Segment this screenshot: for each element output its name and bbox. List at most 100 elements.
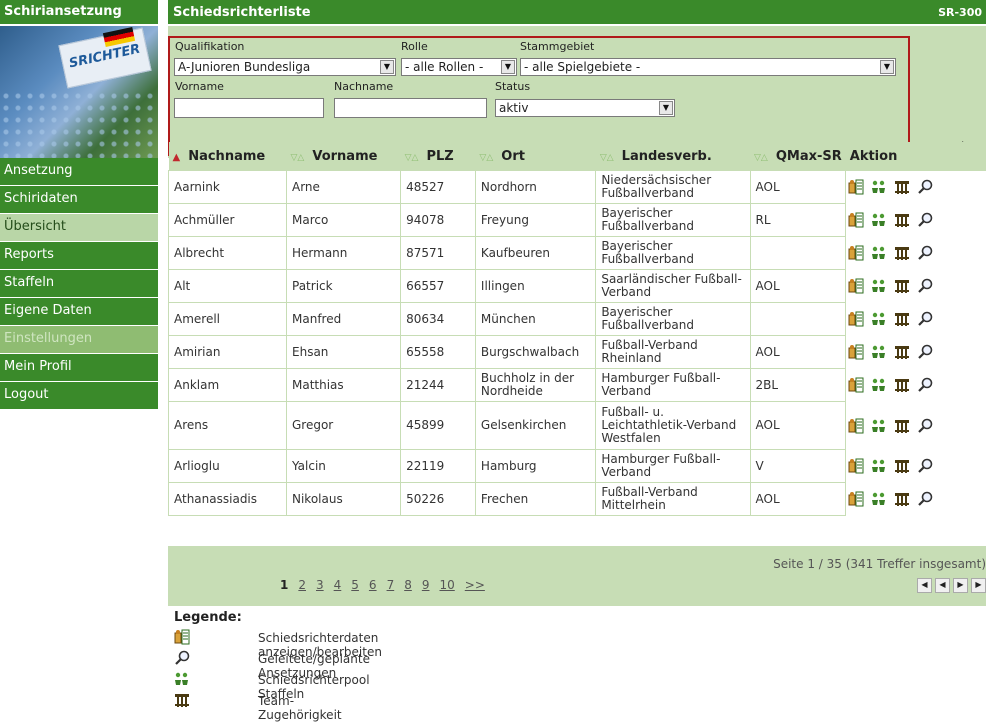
next-pages-link[interactable]: >> — [465, 578, 485, 592]
magnifier-icon[interactable] — [917, 278, 933, 294]
sort-toggle-icon[interactable]: ▽△ — [405, 153, 419, 163]
team-icon[interactable] — [894, 377, 910, 393]
referee-data-icon[interactable] — [848, 377, 864, 393]
magnifier-icon[interactable] — [917, 491, 933, 507]
sidebar-item-einstellungen[interactable]: Einstellungen — [0, 326, 158, 354]
qualifikation-select[interactable]: A-Junioren Bundesliga ▼ — [174, 58, 396, 76]
page-link-10[interactable]: 10 — [439, 578, 454, 592]
sort-toggle-icon[interactable]: ▽△ — [479, 153, 493, 163]
team-icon[interactable] — [894, 278, 910, 294]
page-link-9[interactable]: 9 — [422, 578, 430, 592]
nachname-input[interactable] — [334, 98, 487, 118]
column-header-plz[interactable]: ▽△ PLZ — [400, 142, 476, 171]
page-link-4[interactable]: 4 — [334, 578, 342, 592]
column-label: Vorname — [312, 148, 378, 164]
column-header-ort[interactable]: ▽△ Ort — [475, 142, 596, 171]
pool-icon[interactable] — [871, 278, 887, 294]
page-link-3[interactable]: 3 — [316, 578, 324, 592]
sidebar-item-schiridaten[interactable]: Schiridaten — [0, 186, 158, 214]
sidebar-item-staffeln[interactable]: Staffeln — [0, 270, 158, 298]
cell-verband: Fußball-Verband Mittelrhein — [595, 482, 751, 516]
referee-data-icon[interactable] — [848, 212, 864, 228]
team-icon[interactable] — [894, 418, 910, 434]
cell-verband: Bayerischer Fußballverband — [595, 203, 751, 237]
sort-ascending-icon[interactable]: ▲ — [173, 152, 181, 163]
prev-page-icon[interactable]: ◀ — [935, 578, 950, 593]
magnifier-icon[interactable] — [917, 344, 933, 360]
pool-icon[interactable] — [871, 377, 887, 393]
sidebar-item-übersicht[interactable]: Übersicht — [0, 214, 158, 242]
cell-vorname: Manfred — [285, 302, 402, 336]
referee-data-icon[interactable] — [848, 344, 864, 360]
sort-toggle-icon[interactable]: ▽△ — [600, 153, 614, 163]
team-icon[interactable] — [894, 212, 910, 228]
pool-icon[interactable] — [871, 212, 887, 228]
rolle-select[interactable]: - alle Rollen - ▼ — [401, 58, 517, 76]
sort-toggle-icon[interactable]: ▽△ — [291, 153, 305, 163]
page-link-1[interactable]: 1 — [280, 578, 288, 592]
team-icon[interactable] — [894, 311, 910, 327]
pool-icon[interactable] — [871, 418, 887, 434]
team-icon[interactable] — [894, 245, 910, 261]
chevron-down-icon[interactable]: ▼ — [380, 60, 394, 74]
page-link-8[interactable]: 8 — [404, 578, 412, 592]
cell-actions — [846, 483, 986, 516]
cell-verband: Fußball-Verband Rheinland — [595, 335, 751, 369]
referee-data-icon[interactable] — [848, 418, 864, 434]
qualifikation-value: A-Junioren Bundesliga — [178, 60, 311, 74]
legend-title: Legende: — [174, 610, 242, 625]
next-page-icon[interactable]: ▶ — [953, 578, 968, 593]
pool-icon[interactable] — [871, 311, 887, 327]
referee-data-icon[interactable] — [848, 491, 864, 507]
referee-data-icon[interactable] — [848, 245, 864, 261]
page-navigation: ◀ ◀ ▶ ▶ — [914, 578, 986, 593]
chevron-down-icon[interactable]: ▼ — [880, 60, 894, 74]
sidebar-item-eigene-daten[interactable]: Eigene Daten — [0, 298, 158, 326]
last-page-icon[interactable]: ▶ — [971, 578, 986, 593]
first-page-icon[interactable]: ◀ — [917, 578, 932, 593]
referee-data-icon[interactable] — [848, 311, 864, 327]
column-header-nachname[interactable]: ▲ Nachname — [168, 142, 287, 171]
team-icon[interactable] — [894, 344, 910, 360]
pool-icon[interactable] — [871, 491, 887, 507]
team-icon[interactable] — [894, 458, 910, 474]
pool-icon[interactable] — [871, 179, 887, 195]
referee-data-icon — [174, 629, 190, 645]
sidebar-item-reports[interactable]: Reports — [0, 242, 158, 270]
sort-toggle-icon[interactable]: ▽△ — [754, 153, 768, 163]
magnifier-icon[interactable] — [917, 245, 933, 261]
magnifier-icon[interactable] — [917, 418, 933, 434]
magnifier-icon[interactable] — [917, 458, 933, 474]
page-link-7[interactable]: 7 — [387, 578, 395, 592]
column-header-qmax-sr[interactable]: ▽△ QMax-SR — [750, 142, 846, 171]
magnifier-icon[interactable] — [917, 311, 933, 327]
team-icon[interactable] — [894, 179, 910, 195]
column-header-vorname[interactable]: ▽△ Vorname — [286, 142, 401, 171]
stammgebiet-select[interactable]: - alle Spielgebiete - ▼ — [520, 58, 896, 76]
legend-text: Team-Zugehörigkeit — [258, 694, 342, 722]
pool-icon[interactable] — [871, 458, 887, 474]
sidebar-item-ansetzung[interactable]: Ansetzung — [0, 158, 158, 186]
page-link-5[interactable]: 5 — [351, 578, 359, 592]
column-header-landesverb-[interactable]: ▽△ Landesverb. — [595, 142, 750, 171]
referee-data-icon[interactable] — [848, 458, 864, 474]
sidebar-item-mein-profil[interactable]: Mein Profil — [0, 354, 158, 382]
pool-icon[interactable] — [871, 344, 887, 360]
magnifier-icon[interactable] — [917, 212, 933, 228]
chevron-down-icon[interactable]: ▼ — [659, 101, 673, 115]
referee-data-icon[interactable] — [848, 278, 864, 294]
vorname-input[interactable] — [174, 98, 324, 118]
chevron-down-icon[interactable]: ▼ — [501, 60, 515, 74]
magnifier-icon[interactable] — [917, 179, 933, 195]
status-select[interactable]: aktiv ▼ — [495, 99, 675, 117]
page-link-6[interactable]: 6 — [369, 578, 377, 592]
magnifier-icon[interactable] — [917, 377, 933, 393]
cell-nachname: Albrecht — [168, 236, 287, 270]
page-link-2[interactable]: 2 — [298, 578, 306, 592]
team-icon[interactable] — [894, 491, 910, 507]
referee-data-icon[interactable] — [848, 179, 864, 195]
sidebar-item-logout[interactable]: Logout — [0, 382, 158, 410]
cell-ort: Illingen — [474, 269, 597, 303]
pool-icon[interactable] — [871, 245, 887, 261]
cell-plz: 66557 — [400, 269, 476, 303]
